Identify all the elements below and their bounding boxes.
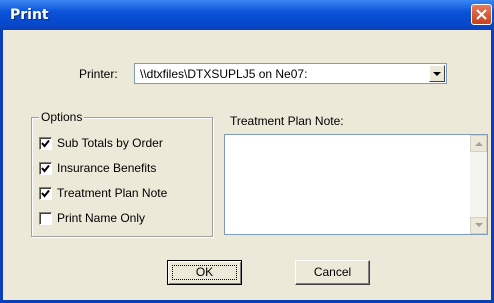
checkbox-label: Treatment Plan Note bbox=[57, 186, 168, 200]
window-title: Print bbox=[10, 7, 49, 23]
chevron-down-icon bbox=[475, 223, 483, 227]
print-dialog: Print Printer: \\dtxfiles\DTXSUPLJ5 on N… bbox=[0, 0, 494, 303]
scroll-down-button[interactable] bbox=[470, 217, 487, 234]
title-bar[interactable]: Print bbox=[0, 0, 494, 30]
chevron-up-icon bbox=[475, 142, 483, 146]
checkbox-box[interactable] bbox=[39, 212, 52, 225]
ok-button[interactable]: OK bbox=[167, 260, 242, 285]
printer-select[interactable]: \\dtxfiles\DTXSUPLJ5 on Ne07: bbox=[134, 63, 447, 84]
vertical-scrollbar[interactable] bbox=[470, 135, 487, 234]
cancel-button[interactable]: Cancel bbox=[295, 260, 370, 285]
printer-value: \\dtxfiles\DTXSUPLJ5 on Ne07: bbox=[140, 67, 308, 81]
checkbox-label: Sub Totals by Order bbox=[57, 136, 163, 150]
checkmark-icon bbox=[41, 164, 50, 173]
ok-button-label: OK bbox=[195, 265, 214, 279]
checkmark-icon bbox=[41, 189, 50, 198]
options-group-label: Options bbox=[39, 110, 85, 124]
treatment-plan-note-label: Treatment Plan Note: bbox=[230, 114, 344, 128]
scroll-up-button[interactable] bbox=[470, 135, 487, 152]
printer-label: Printer: bbox=[79, 67, 118, 81]
printer-dropdown-button[interactable] bbox=[429, 65, 445, 82]
checkbox-label: Insurance Benefits bbox=[57, 161, 157, 175]
checkbox-box[interactable] bbox=[39, 162, 52, 175]
checkmark-icon bbox=[41, 139, 50, 148]
cancel-button-label: Cancel bbox=[313, 265, 352, 279]
chevron-down-icon bbox=[433, 72, 441, 76]
checkbox-box[interactable] bbox=[39, 187, 52, 200]
checkbox-box[interactable] bbox=[39, 137, 52, 150]
close-icon bbox=[476, 9, 487, 20]
checkbox-label: Print Name Only bbox=[57, 211, 146, 225]
treatment-plan-note-textarea[interactable] bbox=[224, 134, 488, 235]
close-button[interactable] bbox=[471, 4, 492, 25]
